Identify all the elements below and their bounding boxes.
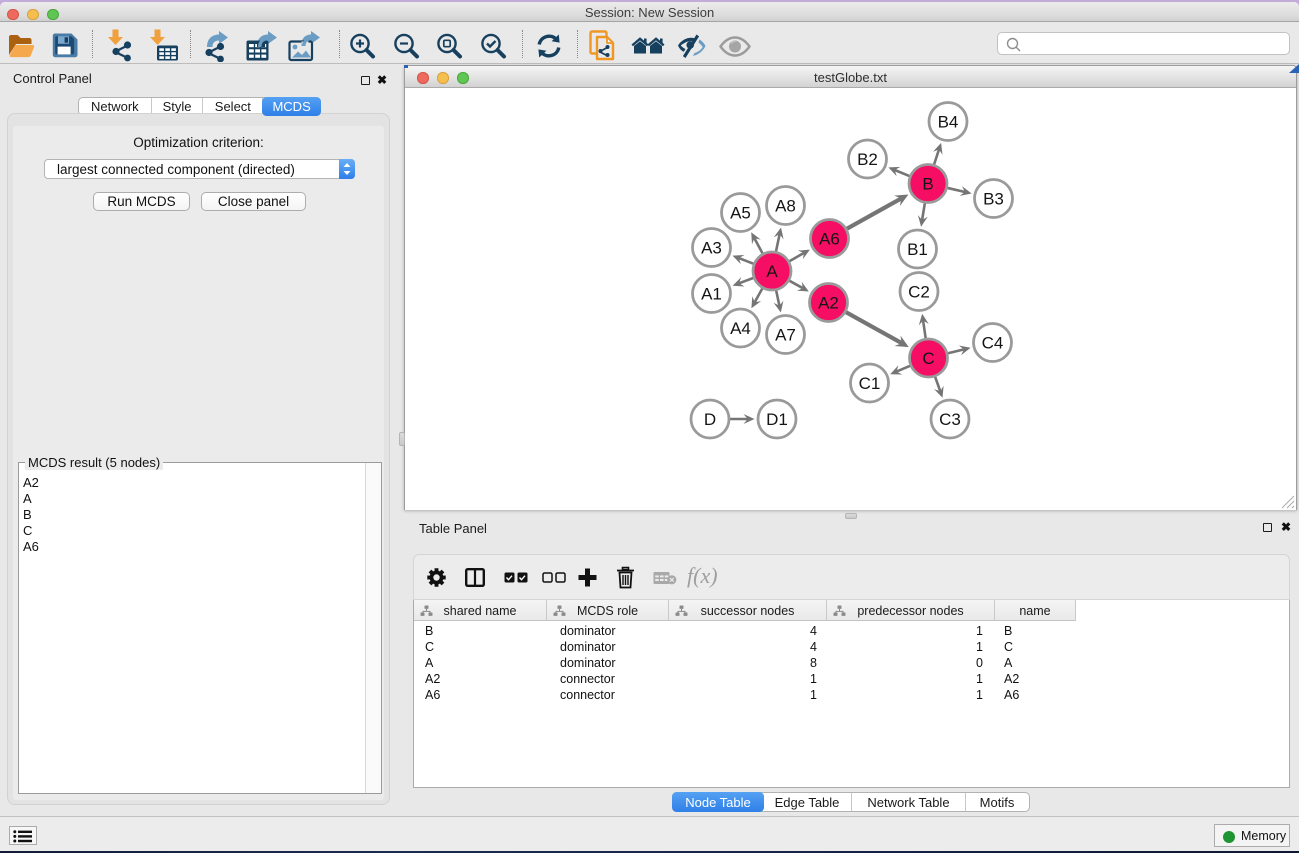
svg-text:C1: C1 [859,374,881,393]
svg-text:B3: B3 [983,190,1004,209]
svg-text:C2: C2 [908,283,930,302]
svg-text:D1: D1 [766,410,788,429]
svg-text:A2: A2 [818,294,839,313]
svg-text:B: B [922,175,933,194]
svg-text:D: D [704,410,716,429]
svg-text:A1: A1 [701,285,722,304]
svg-text:C4: C4 [982,334,1004,353]
svg-text:A4: A4 [730,319,751,338]
svg-text:B4: B4 [938,113,959,132]
svg-text:A8: A8 [775,197,796,216]
svg-text:A7: A7 [775,326,796,345]
svg-text:B1: B1 [907,240,928,259]
svg-text:A3: A3 [701,239,722,258]
svg-text:A: A [766,262,778,281]
svg-text:A6: A6 [819,230,840,249]
svg-text:B2: B2 [857,150,878,169]
svg-text:C: C [922,349,934,368]
svg-text:C3: C3 [939,410,961,429]
svg-text:A5: A5 [730,204,751,223]
